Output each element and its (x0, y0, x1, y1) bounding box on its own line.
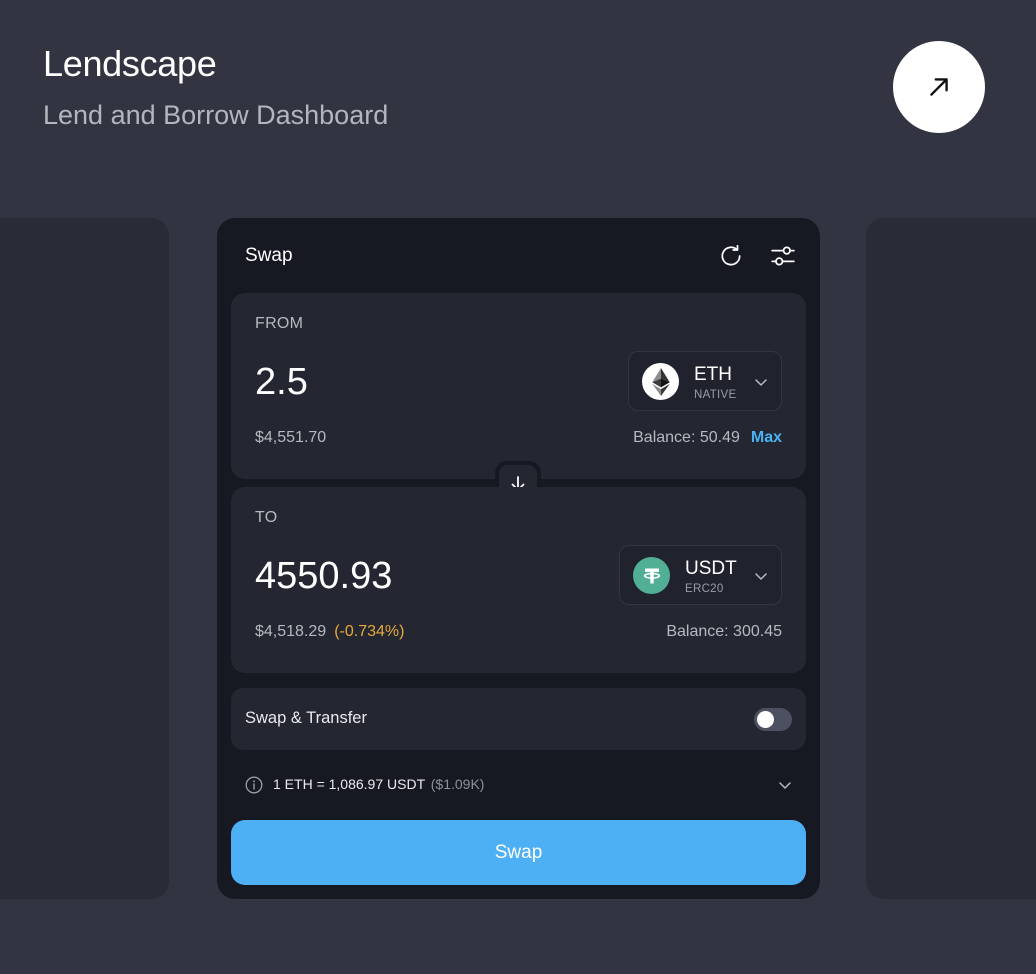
tether-logo-icon (633, 557, 670, 594)
to-balance: Balance: 300.45 (666, 623, 782, 640)
from-balance-text: Balance: 50.49 (633, 429, 740, 446)
price-impact: (-0.734%) (334, 623, 405, 640)
next-card[interactable] (866, 218, 1036, 899)
chevron-down-icon (755, 573, 767, 580)
swap-submit-button[interactable]: Swap (231, 820, 806, 885)
swap-transfer-toggle[interactable] (754, 708, 792, 731)
swap-transfer-label: Swap & Transfer (245, 709, 367, 727)
from-amount-input[interactable]: 2.5 (255, 359, 308, 405)
toggle-knob (757, 711, 774, 728)
previous-card[interactable] (0, 218, 169, 899)
exchange-rate-usd: ($1.09K) (430, 776, 485, 792)
chevron-down-icon (779, 782, 791, 789)
rate-details-row[interactable]: 1 ETH = 1,086.97 USDT ($1.09K) (231, 765, 806, 805)
from-fiat-value: $4,551.70 (255, 429, 327, 446)
to-fiat-amount: $4,518.29 (255, 623, 327, 640)
sliders-icon (771, 246, 795, 266)
swap-card: Swap FROM 2.5 ETH NATIVE $4,551.70 Balan… (217, 218, 820, 899)
info-icon (245, 776, 263, 794)
to-token-network: ERC20 (685, 583, 724, 595)
settings-button[interactable] (767, 240, 799, 272)
ethereum-logo-icon (642, 363, 679, 400)
from-token-select[interactable]: ETH NATIVE (628, 351, 782, 411)
from-balance: Balance: 50.49 Max (633, 429, 782, 447)
open-dashboard-button[interactable] (893, 41, 985, 133)
app-subtitle: Lend and Borrow Dashboard (43, 100, 389, 130)
arrow-up-right-icon (930, 78, 948, 96)
from-panel: FROM 2.5 ETH NATIVE $4,551.70 Balance: 5… (231, 293, 806, 479)
from-token-symbol: ETH (694, 364, 732, 385)
max-button[interactable]: Max (751, 429, 782, 446)
swap-card-title: Swap (245, 245, 293, 266)
exchange-rate: 1 ETH = 1,086.97 USDT ($1.09K) (273, 776, 484, 792)
to-token-select[interactable]: USDT ERC20 (619, 545, 782, 605)
from-label: FROM (255, 315, 304, 332)
to-token-symbol: USDT (685, 558, 737, 579)
chevron-down-icon (755, 379, 767, 386)
from-token-network: NATIVE (694, 389, 737, 401)
to-amount-output: 4550.93 (255, 555, 393, 597)
to-fiat-value: $4,518.29 (-0.734%) (255, 623, 404, 641)
app-title: Lendscape (43, 43, 217, 84)
swap-transfer-row: Swap & Transfer (231, 688, 806, 750)
to-label: TO (255, 509, 278, 526)
refresh-button[interactable] (715, 240, 747, 272)
exchange-rate-text: 1 ETH = 1,086.97 USDT (273, 776, 425, 792)
refresh-icon (721, 244, 741, 266)
to-panel: TO 4550.93 USDT ERC20 $4,518.29 (-0.734%)… (231, 487, 806, 673)
